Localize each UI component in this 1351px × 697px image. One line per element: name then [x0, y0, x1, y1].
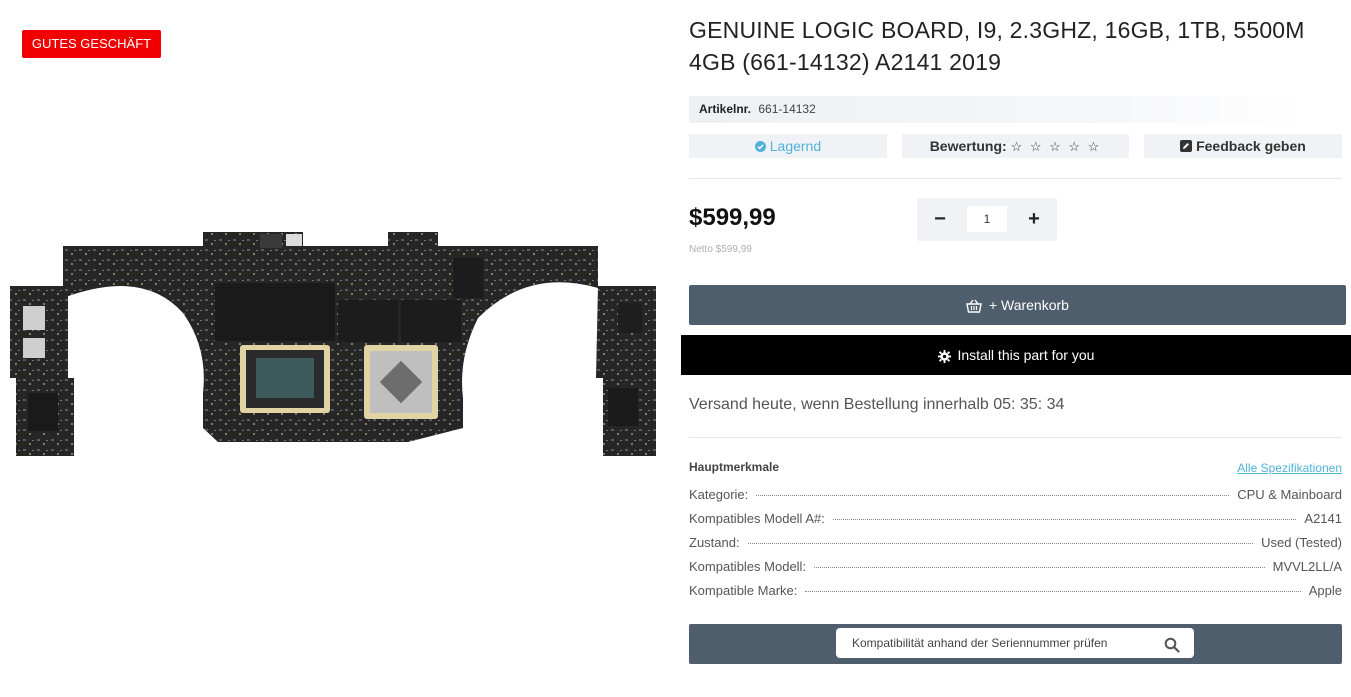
dotted-leader [814, 567, 1265, 568]
product-title: GENUINE LOGIC BOARD, I9, 2.3GHZ, 16GB, 1… [689, 17, 1305, 75]
spec-label: Kompatibles Modell A#: [689, 511, 825, 526]
spec-row: Kompatibles Modell A#: A2141 [689, 511, 1342, 535]
feedback-label: Feedback geben [1196, 138, 1306, 154]
gear-icon [937, 350, 951, 363]
features-title: Hauptmerkmale [689, 460, 780, 474]
spec-label: Kompatible Marke: [689, 583, 798, 598]
spec-value: MVVL2LL/A [1272, 559, 1342, 574]
add-to-cart-label: + Warenkorb [988, 297, 1069, 313]
quantity-stepper: − + [917, 198, 1057, 241]
search-icon[interactable] [1164, 637, 1180, 653]
dotted-leader [805, 591, 1301, 592]
rating-box[interactable]: Bewertung: ☆ ☆ ☆ ☆ ☆ [902, 134, 1129, 158]
check-circle-icon [754, 141, 766, 152]
spec-row: Zustand: Used (Tested) [689, 535, 1342, 559]
serial-check-bar [689, 624, 1342, 664]
net-price: Netto $599,99 [689, 244, 752, 255]
edit-icon [1180, 140, 1193, 152]
spec-label: Zustand: [689, 535, 740, 550]
serial-number-input[interactable] [836, 628, 1194, 658]
sku-row: Artikelnr. 661-14132 [689, 96, 1305, 123]
spec-row: Kategorie: CPU & Mainboard [689, 487, 1342, 511]
spec-label: Kompatibles Modell: [689, 559, 807, 574]
logic-board-image [10, 232, 656, 456]
spec-value: Used (Tested) [1261, 535, 1342, 550]
price: $599,99 [689, 204, 776, 231]
install-part-label: Install this part for you [957, 347, 1095, 363]
stock-label: Lagernd [769, 138, 822, 154]
dotted-leader [747, 543, 1254, 544]
add-to-cart-button[interactable]: + Warenkorb [689, 285, 1346, 325]
quantity-decrease-button[interactable]: − [925, 204, 955, 234]
spec-row: Kompatibles Modell: MVVL2LL/A [689, 559, 1342, 583]
spec-list: Kategorie: CPU & Mainboard Kompatibles M… [689, 487, 1342, 607]
sku-label: Artikelnr. [699, 102, 752, 116]
feedback-button[interactable]: Feedback geben [1144, 134, 1342, 158]
install-part-button[interactable]: Install this part for you [681, 335, 1351, 375]
quantity-input[interactable] [967, 206, 1007, 232]
spec-label: Kategorie: [689, 487, 749, 502]
sku-value: 661-14132 [758, 102, 816, 116]
shipping-countdown: Versand heute, wenn Bestellung innerhalb… [689, 396, 1065, 413]
dotted-leader [832, 519, 1297, 520]
star-rating[interactable]: ☆ ☆ ☆ ☆ ☆ [1011, 139, 1102, 154]
stock-status: Lagernd [689, 134, 887, 158]
deal-badge: GUTES GESCHÄFT [22, 30, 161, 58]
rating-label: Bewertung: [929, 138, 1007, 154]
spec-value: Apple [1308, 583, 1342, 598]
all-specs-link[interactable]: Alle Spezifikationen [1237, 461, 1342, 475]
basket-icon [966, 299, 982, 313]
quantity-increase-button[interactable]: + [1019, 204, 1049, 234]
dotted-leader [756, 495, 1230, 496]
divider [689, 178, 1342, 179]
spec-value: CPU & Mainboard [1237, 487, 1342, 502]
divider [689, 437, 1342, 438]
spec-value: A2141 [1304, 511, 1342, 526]
spec-row: Kompatible Marke: Apple [689, 583, 1342, 607]
